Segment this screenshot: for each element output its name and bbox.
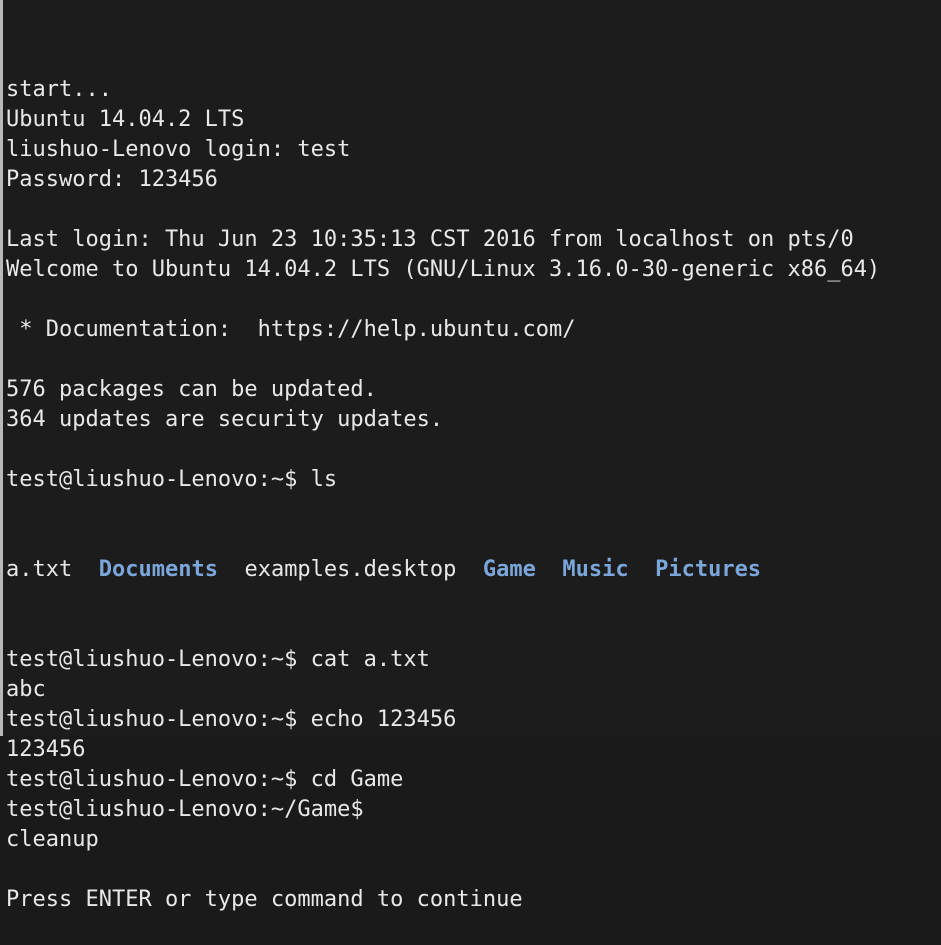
terminal-line: 123456 <box>6 737 86 762</box>
terminal-line: Last login: Thu Jun 23 10:35:13 CST 2016… <box>6 227 854 252</box>
terminal-line: 576 packages can be updated. <box>6 377 377 402</box>
file-entry: examples.desktop <box>244 557 457 582</box>
directory-entry: Pictures <box>655 557 762 582</box>
terminal-line: test@liushuo-Lenovo:~$ cat a.txt <box>6 647 430 672</box>
terminal-output-before: start... Ubuntu 14.04.2 LTS liushuo-Lenovo… <box>6 75 941 495</box>
file-entry: a.txt <box>6 557 73 582</box>
terminal-line: test@liushuo-Lenovo:~$ ls <box>6 467 338 492</box>
directory-entry: Documents <box>98 557 218 582</box>
directory-entry: Music <box>562 557 629 582</box>
terminal-line: start... <box>6 77 112 102</box>
terminal-line: abc <box>6 677 46 702</box>
terminal-line: Welcome to Ubuntu 14.04.2 LTS (GNU/Linux… <box>6 257 881 282</box>
ls-output-line: a.txt Documents examples.desktop Game Mu… <box>6 555 941 585</box>
terminal-line: 364 updates are security updates. <box>6 407 444 432</box>
terminal-line: Press ENTER or type command to continue <box>6 887 523 912</box>
terminal-line: liushuo-Lenovo login: test <box>6 137 351 162</box>
terminal-line: test@liushuo-Lenovo:~$ cd Game <box>6 767 404 792</box>
terminal-line: test@liushuo-Lenovo:~$ echo 123456 <box>6 707 457 732</box>
terminal-output-after: test@liushuo-Lenovo:~$ cat a.txt abc test@… <box>6 645 941 915</box>
terminal-line: Password: 123456 <box>6 167 218 192</box>
terminal-line: Ubuntu 14.04.2 LTS <box>6 107 245 132</box>
terminal-window[interactable]: start... Ubuntu 14.04.2 LTS liushuo-Lenovo… <box>0 0 941 912</box>
directory-entry: Game <box>482 557 536 582</box>
terminal-line: test@liushuo-Lenovo:~/Game$ <box>6 797 364 822</box>
terminal-line: cleanup <box>6 827 99 852</box>
terminal-line: * Documentation: https://help.ubuntu.com… <box>6 317 576 342</box>
